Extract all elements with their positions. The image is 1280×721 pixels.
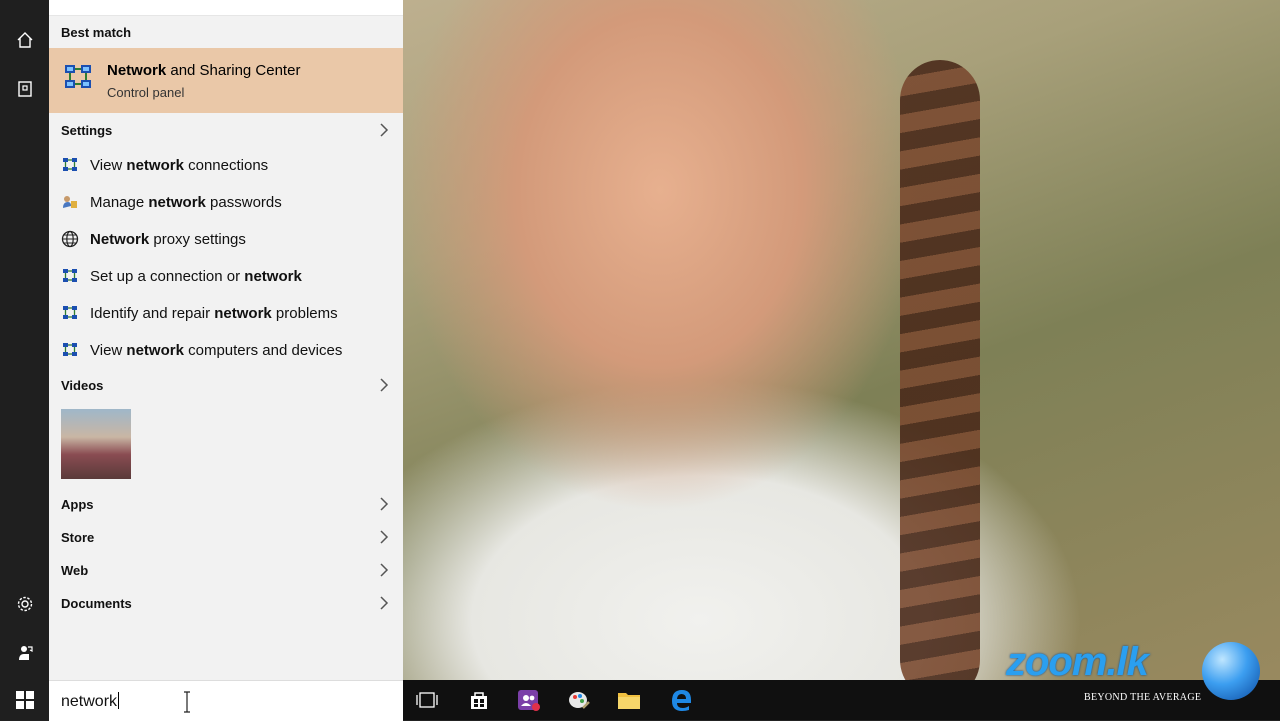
panel-top-strip — [49, 0, 403, 16]
ibeam-cursor-icon — [184, 691, 190, 713]
text-caret — [118, 692, 120, 709]
settings-section-header[interactable]: Settings — [61, 118, 391, 142]
video-thumbnail[interactable] — [61, 409, 131, 479]
chevron-right-icon — [377, 563, 391, 577]
network-center-icon — [65, 65, 91, 88]
web-section-header[interactable]: Web — [61, 558, 391, 582]
notebook-icon — [17, 81, 32, 97]
folder-icon — [618, 693, 640, 709]
settings-item-setup-connection-or-network[interactable]: Set up a connection or network — [49, 258, 403, 294]
search-input[interactable]: network — [61, 692, 120, 711]
best-match-header: Best match — [61, 20, 391, 44]
store-bag-icon — [471, 692, 487, 709]
apps-section-header[interactable]: Apps — [61, 492, 391, 516]
documents-section-header[interactable]: Documents — [61, 591, 391, 615]
settings-item-view-network-connections[interactable]: View network connections — [49, 147, 403, 183]
settings-item-label: Manage network passwords — [90, 193, 282, 211]
apps-header-label: Apps — [61, 496, 94, 512]
best-match-label: Best match — [61, 24, 132, 40]
gear-icon — [17, 596, 32, 612]
edge-browser-button[interactable] — [657, 680, 705, 720]
chevron-right-icon — [377, 123, 391, 137]
videos-section-header[interactable]: Videos — [61, 373, 391, 397]
globe-icon — [61, 230, 79, 248]
task-view-button[interactable] — [403, 680, 451, 720]
credential-manager-icon — [61, 193, 79, 211]
documents-header-label: Documents — [61, 595, 132, 611]
store-app-button[interactable] — [455, 680, 503, 720]
task-view-icon — [416, 692, 438, 708]
watermark-logo: zoom.lk — [1006, 640, 1149, 684]
paint-icon — [569, 692, 590, 709]
settings-header-label: Settings — [61, 122, 113, 138]
watermark: zoom.lk BEYOND THE AVERAGE — [1006, 640, 1276, 710]
web-header-label: Web — [61, 562, 89, 578]
settings-button[interactable] — [0, 582, 49, 626]
wallpaper-braid — [900, 60, 980, 700]
settings-item-network-proxy-settings[interactable]: Network proxy settings — [49, 221, 403, 257]
notebook-button[interactable] — [0, 67, 49, 111]
globe-logo-icon — [1202, 642, 1260, 700]
teams-app-button[interactable] — [505, 680, 553, 720]
settings-item-view-network-computers-devices[interactable]: View network computers and devices — [49, 332, 403, 368]
home-button[interactable] — [0, 18, 49, 62]
watermark-tagline: BEYOND THE AVERAGE — [1084, 692, 1202, 703]
chevron-right-icon — [377, 530, 391, 544]
best-match-subtitle: Control panel — [107, 85, 185, 100]
chevron-right-icon — [377, 497, 391, 511]
feedback-button[interactable] — [0, 631, 49, 675]
windows-logo-icon — [15, 691, 34, 709]
best-match-title: Network and Sharing Center — [107, 62, 301, 79]
settings-item-label: Identify and repair network problems — [90, 304, 338, 322]
chevron-right-icon — [377, 378, 391, 392]
store-header-label: Store — [61, 529, 95, 545]
start-left-rail — [0, 0, 49, 720]
chevron-right-icon — [377, 596, 391, 610]
teams-icon — [518, 690, 540, 711]
settings-item-identify-repair-network-problems[interactable]: Identify and repair network problems — [49, 295, 403, 331]
network-center-icon — [61, 341, 79, 359]
store-section-header[interactable]: Store — [61, 525, 391, 549]
home-icon — [17, 32, 32, 48]
paint-app-button[interactable] — [555, 680, 603, 720]
settings-item-manage-network-passwords[interactable]: Manage network passwords — [49, 184, 403, 220]
settings-item-label: Network proxy settings — [90, 230, 246, 248]
settings-item-label: View network computers and devices — [90, 341, 343, 359]
file-explorer-button[interactable] — [605, 680, 653, 720]
start-button[interactable] — [0, 680, 49, 720]
network-center-icon — [61, 304, 79, 322]
videos-header-label: Videos — [61, 377, 104, 393]
settings-item-label: View network connections — [90, 156, 269, 174]
search-box[interactable]: network — [49, 680, 403, 721]
edge-icon — [672, 690, 691, 711]
best-match-result[interactable]: Network and Sharing Center Control panel — [49, 48, 403, 113]
network-center-icon — [61, 267, 79, 285]
search-results-panel: Best match Network and Sharing Center Co… — [49, 0, 403, 680]
network-center-icon — [61, 156, 79, 174]
feedback-icon — [18, 646, 33, 660]
settings-item-label: Set up a connection or network — [90, 267, 302, 285]
